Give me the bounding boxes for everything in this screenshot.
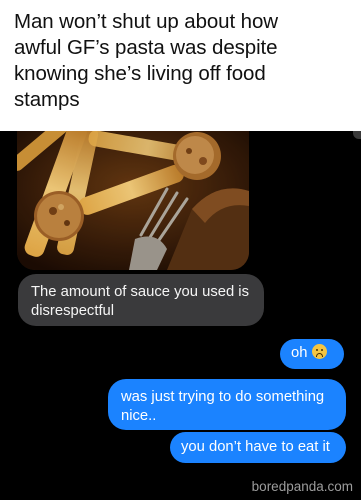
pasta-photo-attachment[interactable] [17,131,249,270]
scroll-indicator [353,131,361,139]
caption-line: stamps [14,88,80,111]
frowning-face-icon [312,344,328,359]
message-text: was just trying to do something [121,389,325,405]
message-thread[interactable]: The amount of sauce you used is disrespe… [0,131,361,500]
watermark: boredpanda.com [251,479,353,494]
sent-message[interactable]: you don’t have to eat it [170,432,346,463]
message-text: you don’t have to eat it [181,439,330,455]
message-text: The amount of sauce you used is [31,284,249,300]
caption-line: knowing she’s living off food [14,62,266,85]
sent-message[interactable]: was just trying to do something nice.. [108,379,346,430]
message-text: nice.. [121,408,157,424]
sent-message[interactable]: oh [280,339,344,369]
pasta-photo [17,131,249,270]
message-text: disrespectful [31,303,115,319]
caption-line: awful GF’s pasta was despite [14,36,278,59]
message-text: oh [291,345,308,361]
received-message[interactable]: The amount of sauce you used is disrespe… [18,274,264,326]
post-caption: Man won’t shut up about how awful GF’s p… [0,0,361,131]
caption-line: Man won’t shut up about how [14,10,278,33]
